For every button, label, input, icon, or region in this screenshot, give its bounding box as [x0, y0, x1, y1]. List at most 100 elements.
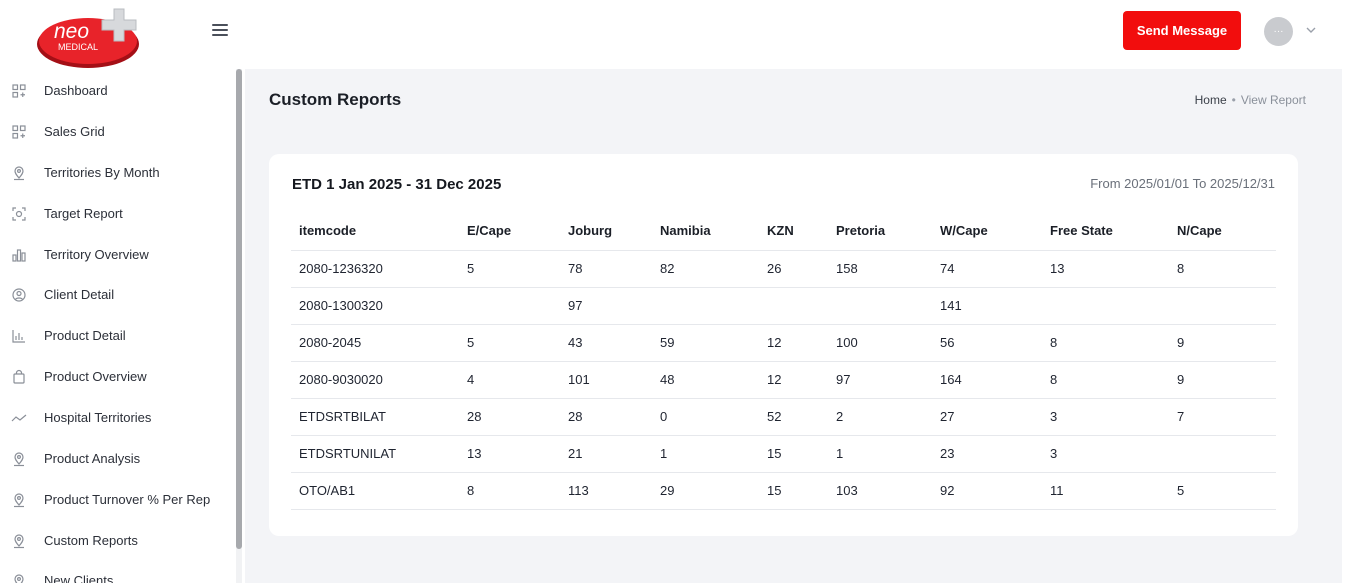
table-row: ETDSRTUNILAT 13 21 1 15 1 23 3 — [291, 435, 1276, 473]
table-cell: 92 — [932, 472, 1042, 510]
sidebar-item-territory-overview[interactable]: Territory Overview — [0, 243, 230, 267]
map-pin-icon — [14, 452, 24, 467]
table-cell: 2080-1300320 — [291, 287, 459, 325]
sidebar-item-product-analysis[interactable]: Product Analysis — [0, 447, 230, 471]
table-cell: 103 — [828, 472, 932, 510]
sidebar-item-new-clients[interactable]: New Clients — [0, 569, 230, 583]
table-cell: 0 — [652, 398, 759, 436]
column-header: W/Cape — [932, 212, 1042, 251]
map-pin-icon — [14, 493, 24, 508]
table-cell: 1 — [828, 435, 932, 473]
column-header: E/Cape — [459, 212, 560, 251]
table-cell: 9 — [1169, 361, 1276, 399]
sidebar-item-product-turnover[interactable]: Product Turnover % Per Rep — [0, 488, 230, 512]
breadcrumb-current: View Report — [1240, 93, 1306, 107]
table-cell: 8 — [459, 472, 560, 510]
chevron-down-icon[interactable] — [1305, 24, 1317, 36]
table-cell: ETDSRTBILAT — [291, 398, 459, 436]
table-cell: 5 — [459, 324, 560, 362]
sidebar-item-label: Product Detail — [44, 328, 126, 343]
table-cell — [759, 287, 828, 325]
table-cell: 113 — [560, 472, 652, 510]
table-header-row: itemcode E/Cape Joburg Namibia KZN Preto… — [291, 212, 1276, 251]
table-cell: OTO/AB1 — [291, 472, 459, 510]
column-header: Joburg — [560, 212, 652, 251]
neo-medical-logo[interactable]: neo MEDICAL — [36, 4, 146, 70]
sidebar-item-label: Hospital Territories — [44, 410, 152, 425]
column-header: Pretoria — [828, 212, 932, 251]
table-cell: 13 — [459, 435, 560, 473]
table-cell — [828, 287, 932, 325]
column-header: Namibia — [652, 212, 759, 251]
table-cell: 1 — [652, 435, 759, 473]
table-cell: 23 — [932, 435, 1042, 473]
map-pin-icon — [14, 574, 24, 583]
table-cell — [652, 287, 759, 325]
sidebar-item-client-detail[interactable]: Client Detail — [0, 283, 230, 307]
table-cell: 43 — [560, 324, 652, 362]
logo-subtitle: MEDICAL — [58, 42, 98, 52]
sidebar-scrollbar-thumb[interactable] — [236, 69, 242, 549]
table-cell: 13 — [1042, 250, 1169, 288]
table-cell: 141 — [932, 287, 1042, 325]
logo-wordmark: neo — [54, 20, 89, 43]
sidebar-item-product-detail[interactable]: Product Detail — [0, 324, 230, 348]
table-cell: 26 — [759, 250, 828, 288]
table-row: 2080-1300320 97 141 — [291, 287, 1276, 325]
sidebar-item-hospital-territories[interactable]: Hospital Territories — [0, 406, 230, 430]
table-cell: 97 — [560, 287, 652, 325]
sidebar-item-label: Territories By Month — [44, 165, 160, 180]
sidebar-item-label: Target Report — [44, 206, 123, 221]
sidebar-item-sales-grid[interactable]: Sales Grid — [0, 120, 230, 144]
table-cell: 5 — [459, 250, 560, 288]
grid-icon — [12, 125, 26, 139]
sidebar-item-territories-by-month[interactable]: Territories By Month — [0, 161, 230, 185]
sidebar-item-product-overview[interactable]: Product Overview — [0, 365, 230, 389]
breadcrumb-separator: • — [1231, 93, 1236, 107]
sidebar-item-label: Sales Grid — [44, 124, 105, 139]
sidebar-item-label: Client Detail — [44, 287, 115, 302]
table-cell — [459, 287, 560, 325]
table-row: 2080-2045 5 43 59 12 100 56 8 9 — [291, 324, 1276, 362]
table-cell: 97 — [828, 361, 932, 399]
column-header: KZN — [759, 212, 828, 251]
target-icon — [12, 207, 26, 221]
map-pin-icon — [14, 166, 24, 181]
report-title: ETD 1 Jan 2025 - 31 Dec 2025 — [292, 176, 502, 193]
table-cell: 7 — [1169, 398, 1276, 436]
sidebar-item-label: Product Analysis — [44, 451, 141, 466]
bar-chart-icon — [12, 330, 25, 343]
user-circle-icon — [12, 288, 26, 302]
table-cell: 52 — [759, 398, 828, 436]
table-cell: 8 — [1042, 324, 1169, 362]
table-cell: 164 — [932, 361, 1042, 399]
sidebar-item-target-report[interactable]: Target Report — [0, 202, 230, 226]
table-cell: 11 — [1042, 472, 1169, 510]
sidebar-item-custom-reports[interactable]: Custom Reports — [0, 529, 230, 553]
avatar[interactable]: ··· — [1264, 17, 1293, 46]
table-cell: 3 — [1042, 435, 1169, 473]
sidebar-item-label: Custom Reports — [44, 533, 138, 548]
sidebar-item-dashboard[interactable]: Dashboard — [0, 79, 230, 103]
table-row: ETDSRTBILAT 28 28 0 52 2 27 3 7 — [291, 398, 1276, 436]
table-cell: 8 — [1042, 361, 1169, 399]
top-header: neo MEDICAL Send Message ··· — [0, 0, 1348, 69]
table-cell: 74 — [932, 250, 1042, 288]
trend-icon — [11, 414, 27, 422]
send-message-button[interactable]: Send Message — [1123, 11, 1241, 50]
table-cell: 5 — [1169, 472, 1276, 510]
breadcrumb-home-link[interactable]: Home — [1195, 93, 1227, 107]
table-cell: 4 — [459, 361, 560, 399]
table-cell: 9 — [1169, 324, 1276, 362]
table-cell: 29 — [652, 472, 759, 510]
table-row: OTO/AB1 8 113 29 15 103 92 11 5 — [291, 472, 1276, 510]
hamburger-menu-icon[interactable] — [212, 24, 228, 38]
table-cell: 3 — [1042, 398, 1169, 436]
table-cell: 15 — [759, 435, 828, 473]
table-cell: 48 — [652, 361, 759, 399]
table-cell: 78 — [560, 250, 652, 288]
table-cell: 2080-1236320 — [291, 250, 459, 288]
column-header: N/Cape — [1169, 212, 1276, 251]
sidebar-item-label: Product Turnover % Per Rep — [44, 492, 211, 507]
bag-icon — [13, 369, 25, 384]
